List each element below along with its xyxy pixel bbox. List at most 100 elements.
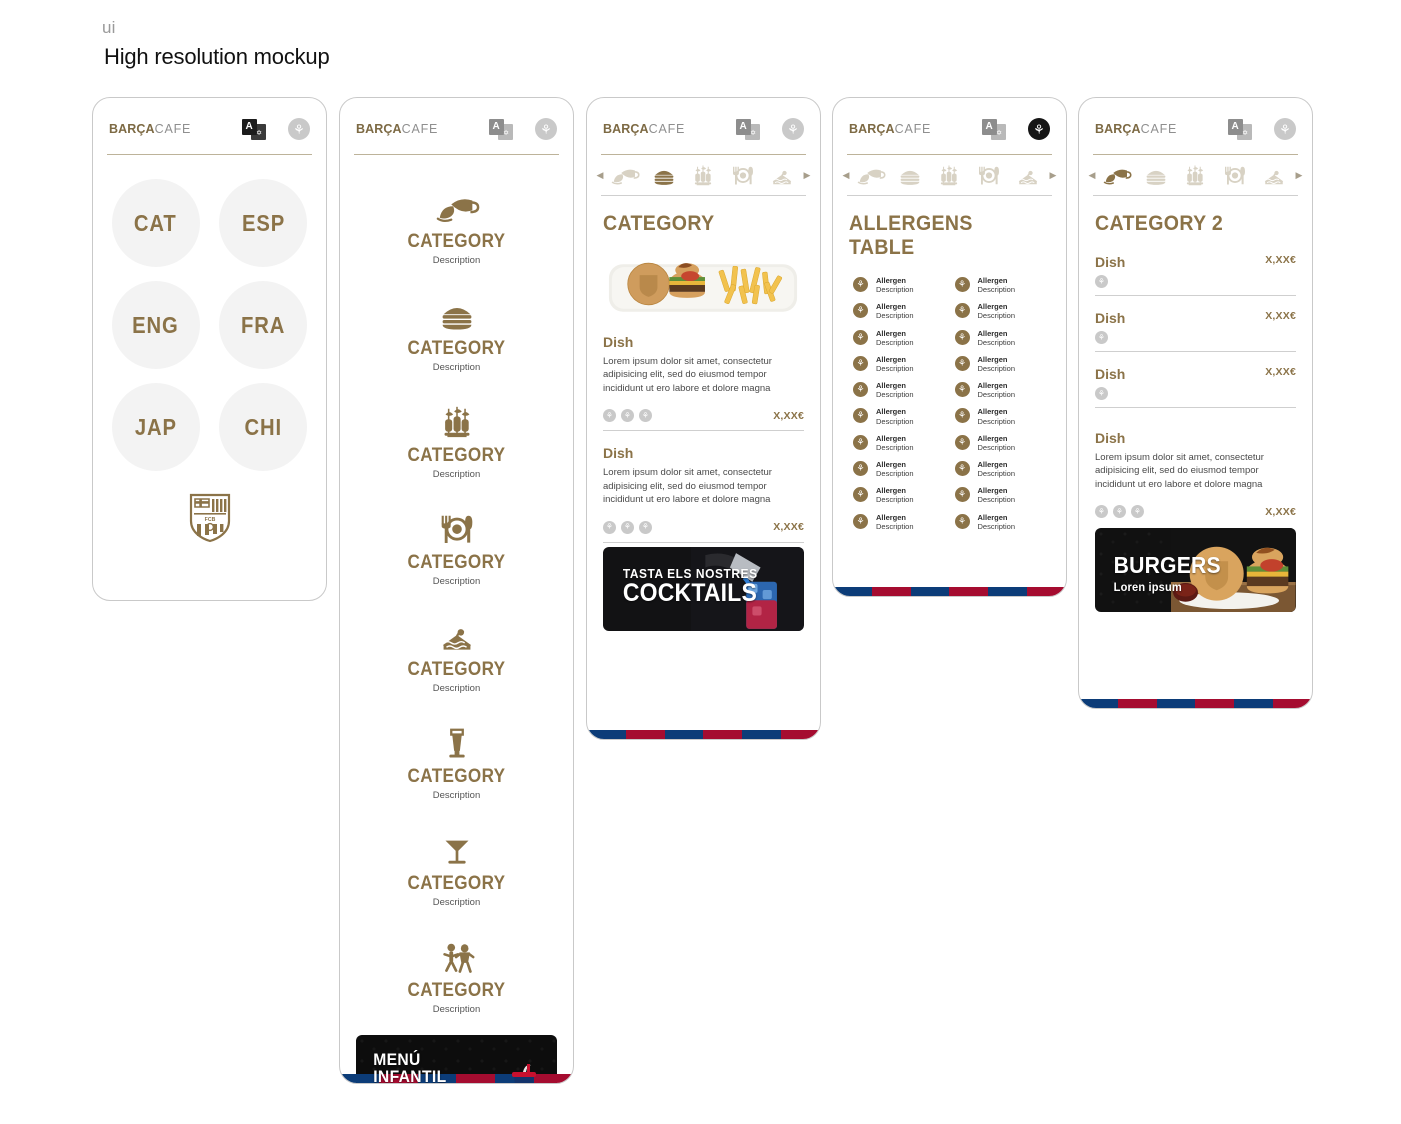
nav-burger-icon[interactable] — [893, 162, 927, 188]
category-description: Description — [432, 790, 481, 801]
allergen-badge[interactable]: ⚘ — [621, 409, 634, 423]
translate-icon[interactable]: A ✡ — [489, 118, 513, 140]
svg-text:FCB: FCB — [204, 517, 215, 523]
translate-icon[interactable]: A ✡ — [242, 118, 266, 140]
allergen-icon: ⚘ — [853, 303, 868, 319]
category-icon-nav[interactable]: ◀ ▶ — [587, 155, 820, 195]
burger-icon — [442, 307, 471, 330]
category-description: Description — [432, 469, 481, 480]
allergen-badge[interactable]: ⚘ — [639, 520, 652, 534]
wheat-icon[interactable]: ⚘ — [288, 118, 310, 140]
dish-divider — [603, 541, 804, 543]
nav-coffee-croissant-icon[interactable] — [608, 162, 642, 188]
nav-coffee-croissant-icon[interactable] — [854, 162, 888, 188]
nav-tapas-skewers-icon[interactable] — [686, 162, 720, 188]
allergen-badge[interactable]: ⚘ — [1131, 505, 1144, 519]
nav-prev-arrow[interactable]: ◀ — [841, 170, 851, 180]
allergen-badges[interactable]: ⚘ — [1095, 387, 1296, 400]
dish-footer: ⚘ ⚘ ⚘ X,XX€ — [1095, 505, 1296, 526]
allergen-badges[interactable]: ⚘ ⚘ ⚘ — [603, 520, 652, 534]
allergen-badge[interactable]: ⚘ — [1095, 505, 1108, 519]
category-item[interactable]: CATEGORY Description — [340, 704, 573, 811]
category-item[interactable]: CATEGORY Description — [340, 597, 573, 704]
allergen-badge[interactable]: ⚘ — [621, 520, 634, 534]
language-button-cat[interactable]: CAT — [111, 179, 200, 267]
translate-icon[interactable]: A ✡ — [736, 118, 760, 140]
footer-stripes — [587, 730, 820, 739]
allergen-badge[interactable]: ⚘ — [603, 409, 616, 423]
fc-barcelona-crest-icon: FCB — [189, 493, 230, 543]
nav-next-arrow[interactable]: ▶ — [802, 170, 812, 180]
cocktail-glass-icon — [445, 840, 468, 864]
dish-item[interactable]: Dish Lorem ipsum dolor sit amet, consecte… — [603, 445, 804, 543]
dish-name: Dish — [603, 334, 634, 350]
category-item[interactable]: CATEGORY Description — [340, 490, 573, 597]
dish-item[interactable]: Dish Lorem ipsum dolor sit amet, consecte… — [603, 334, 804, 432]
nav-coffee-croissant-icon[interactable] — [1100, 162, 1134, 188]
allergen-badge[interactable]: ⚘ — [639, 409, 652, 423]
language-button-jap[interactable]: JAP — [111, 383, 200, 471]
drink-cup-art — [512, 1064, 536, 1083]
nav-cake-slice-icon[interactable] — [765, 162, 799, 188]
nav-plate-cutlery-icon[interactable] — [1218, 162, 1252, 188]
footer-stripe — [587, 730, 626, 739]
nav-burger-icon[interactable] — [1139, 162, 1173, 188]
category-icon-nav[interactable]: ◀ ▶ — [833, 155, 1066, 195]
translate-letter: A — [245, 120, 253, 132]
wheat-icon[interactable]: ⚘ — [1274, 118, 1296, 140]
category-item[interactable]: CATEGORY Description — [340, 276, 573, 383]
footer-stripe — [988, 587, 1028, 596]
nav-prev-arrow[interactable]: ◀ — [595, 170, 605, 180]
promo-banner-cocktails[interactable]: TASTA ELS NOSTRES COCKTAILS — [603, 546, 804, 631]
allergen-badges[interactable]: ⚘ — [1095, 275, 1296, 288]
category-item[interactable]: CATEGORY Description — [340, 383, 573, 490]
allergen-name: Allergen — [876, 354, 907, 364]
language-button-eng[interactable]: ENG — [111, 281, 200, 369]
dish-row[interactable]: Dish X,XX€ ⚘ — [1095, 248, 1296, 304]
nav-cake-slice-icon[interactable] — [1257, 162, 1291, 188]
nav-prev-arrow[interactable]: ◀ — [1087, 170, 1097, 180]
nav-plate-cutlery-icon[interactable] — [726, 162, 760, 188]
wheat-icon-active[interactable]: ⚘ — [1028, 118, 1050, 140]
nav-next-arrow[interactable]: ▶ — [1294, 170, 1304, 180]
nav-tapas-skewers-icon[interactable] — [1178, 162, 1212, 188]
allergen-text: Allergen Description — [978, 513, 1016, 531]
category-item[interactable]: CATEGORY Description — [340, 169, 573, 276]
language-label: ESP — [241, 209, 285, 236]
category-icon-wrap — [340, 183, 573, 227]
translate-letter: A — [739, 120, 747, 132]
wheat-icon[interactable]: ⚘ — [782, 118, 804, 140]
nav-burger-icon[interactable] — [647, 162, 681, 188]
category-icon-nav[interactable]: ◀ ▶ — [1079, 155, 1312, 195]
category-item[interactable]: CATEGORY Description — [340, 811, 573, 918]
allergen-name: Allergen — [977, 486, 1008, 496]
language-button-fra[interactable]: FRA — [219, 281, 308, 369]
language-button-chi[interactable]: CHI — [219, 383, 308, 471]
section-title: CATEGORY 2 — [1095, 212, 1224, 235]
allergen-badge[interactable]: ⚘ — [1095, 331, 1108, 344]
allergen-badges[interactable]: ⚘ ⚘ ⚘ — [1095, 505, 1144, 519]
category-item[interactable]: CATEGORY Description — [340, 918, 573, 1025]
translate-icon[interactable]: A ✡ — [982, 118, 1006, 140]
language-button-esp[interactable]: ESP — [219, 179, 308, 267]
allergen-icon: ⚘ — [954, 487, 970, 503]
allergen-badge[interactable]: ⚘ — [1095, 387, 1108, 400]
nav-cake-slice-icon[interactable] — [1011, 162, 1045, 188]
footer-stripes — [1079, 699, 1312, 708]
wheat-icon[interactable]: ⚘ — [535, 118, 557, 140]
plate-cutlery-icon — [732, 166, 753, 184]
allergen-badge[interactable]: ⚘ — [603, 520, 616, 534]
allergen-badges[interactable]: ⚘ — [1095, 331, 1296, 344]
allergen-badges[interactable]: ⚘ ⚘ ⚘ — [603, 409, 652, 423]
allergen-badge[interactable]: ⚘ — [1113, 505, 1126, 519]
allergen-icon: ⚘ — [853, 329, 868, 345]
allergen-badge[interactable]: ⚘ — [1095, 275, 1108, 288]
brand-logo: BARÇACAFE — [1095, 122, 1177, 136]
dish-row[interactable]: Dish X,XX€ ⚘ — [1095, 304, 1296, 360]
nav-plate-cutlery-icon[interactable] — [972, 162, 1006, 188]
nav-tapas-skewers-icon[interactable] — [932, 162, 966, 188]
dish-row[interactable]: Dish X,XX€ ⚘ — [1095, 360, 1296, 416]
nav-next-arrow[interactable]: ▶ — [1048, 170, 1058, 180]
promo-banner-burgers[interactable]: BURGERS Loren ipsum — [1095, 528, 1296, 613]
translate-icon[interactable]: A ✡ — [1228, 118, 1252, 140]
